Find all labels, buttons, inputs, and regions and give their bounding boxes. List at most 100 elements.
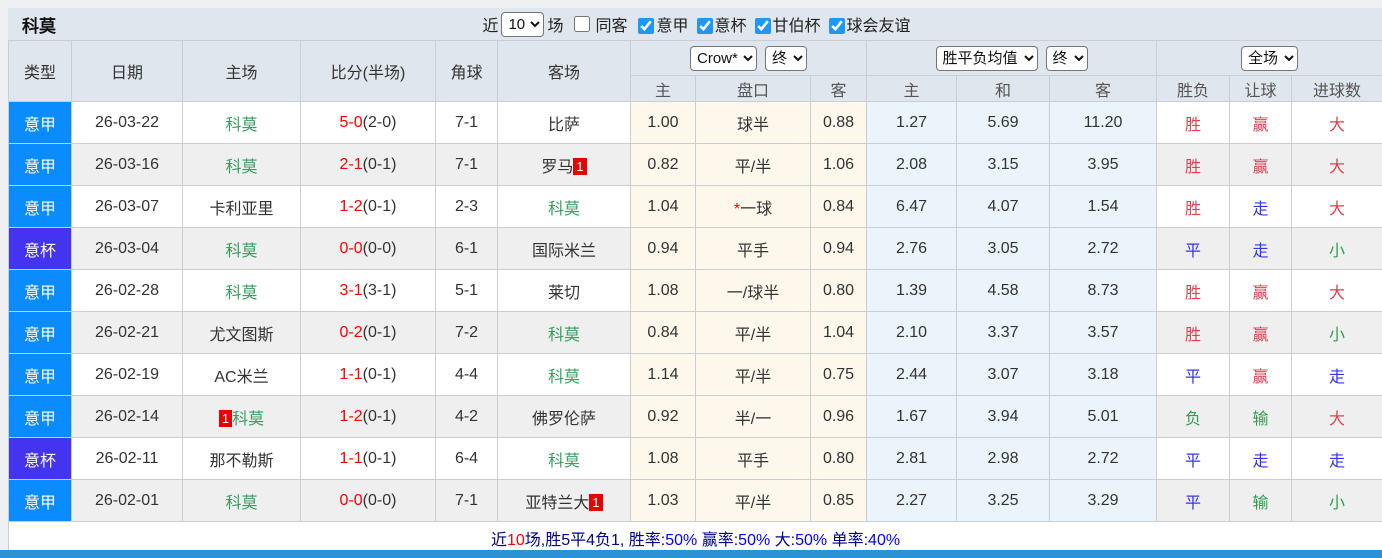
- team-name: 科莫: [547, 200, 580, 218]
- result-wdl: 平: [1156, 437, 1231, 480]
- home-team: 1 科莫: [182, 395, 301, 438]
- team-name: 卡利亚里: [209, 200, 274, 218]
- match-table-body: 意甲 26-03-22 科莫 5-0(2-0) 7-1 比萨 1.00 球半 0.88 1.27 5…: [8, 101, 1382, 522]
- home-team: 卡利亚里: [182, 185, 301, 228]
- col-corner: 角球: [435, 40, 498, 102]
- avg-draw: 3.07: [956, 353, 1051, 396]
- avg-type-select[interactable]: 胜平负均值: [935, 45, 1038, 71]
- rank-badge: 1: [573, 157, 587, 175]
- team-name: 亚特兰大: [525, 494, 590, 512]
- home-team: 尤文图斯: [182, 311, 301, 354]
- match-date: 26-02-28: [71, 269, 183, 312]
- result-handicap: 赢: [1229, 269, 1293, 312]
- match-date: 26-03-22: [71, 101, 183, 144]
- result-handicap: 走: [1229, 185, 1293, 228]
- result-goals: 小: [1291, 311, 1382, 354]
- odds-time-select[interactable]: 终: [765, 45, 807, 71]
- match-date: 26-02-21: [71, 311, 183, 354]
- same-away-checkbox[interactable]: [574, 16, 591, 32]
- period-select[interactable]: 全场: [1241, 45, 1299, 71]
- recent-count-select[interactable]: 10: [501, 11, 545, 37]
- match-date: 26-02-11: [71, 437, 183, 480]
- avg-draw: 2.98: [956, 437, 1051, 480]
- avg-time-select[interactable]: 终: [1045, 45, 1088, 71]
- filter-bar: 近 10 场 同客 意甲 意杯 甘伯杯 球会友谊: [479, 11, 911, 37]
- match-date: 26-02-01: [71, 479, 183, 522]
- score-cell: 2-1(0-1): [300, 143, 436, 186]
- avg-draw: 4.07: [956, 185, 1051, 228]
- result-wdl: 平: [1156, 227, 1231, 270]
- odds-home: 0.84: [630, 311, 696, 354]
- match-date: 26-03-04: [71, 227, 183, 270]
- summary-segment: 赢率:: [697, 532, 739, 549]
- result-handicap: 赢: [1229, 143, 1293, 186]
- col-odds-away: 客: [809, 75, 868, 102]
- team-name: 科莫: [225, 494, 258, 512]
- handicap: 平/半: [695, 479, 811, 522]
- games-label: 场: [547, 18, 564, 35]
- bookmaker-select[interactable]: Crow*: [690, 45, 757, 71]
- league-badge: 意甲: [8, 311, 72, 354]
- handicap: *一球: [695, 185, 811, 228]
- result-wdl: 平: [1156, 479, 1231, 522]
- odds-away: 0.96: [809, 395, 868, 438]
- league-checkbox[interactable]: [754, 18, 771, 34]
- avg-lose: 11.20: [1049, 101, 1158, 144]
- score-cell: 1-1(0-1): [300, 353, 436, 396]
- col-result-goals: 进球数: [1291, 75, 1382, 102]
- result-handicap: 赢: [1229, 311, 1293, 354]
- score-cell: 3-1(3-1): [300, 269, 436, 312]
- league-badge: 意甲: [8, 353, 72, 396]
- corner-score: 2-3: [435, 185, 498, 228]
- league-badge: 意甲: [8, 101, 72, 144]
- corner-score: 7-2: [435, 311, 498, 354]
- match-date: 26-03-07: [71, 185, 183, 228]
- team-name: 罗马: [541, 158, 574, 176]
- avg-lose: 2.72: [1049, 227, 1158, 270]
- bottom-accent-bar: [0, 550, 1382, 558]
- score-cell: 1-2(0-1): [300, 395, 436, 438]
- league-checkbox[interactable]: [828, 18, 845, 34]
- topbar: 科莫 近 10 场 同客 意甲 意杯 甘伯杯 球会友谊: [8, 8, 1382, 40]
- odds-home: 1.14: [630, 353, 696, 396]
- col-handicap: 盘口: [695, 75, 811, 102]
- league-checkbox[interactable]: [638, 18, 655, 34]
- result-handicap: 输: [1229, 479, 1293, 522]
- result-handicap: 赢: [1229, 101, 1293, 144]
- summary-segment: 近: [490, 532, 507, 549]
- league-checkbox[interactable]: [696, 18, 713, 34]
- avg-draw: 3.05: [956, 227, 1051, 270]
- avg-lose: 5.01: [1049, 395, 1158, 438]
- league-badge: 意甲: [8, 395, 72, 438]
- odds-home: 1.08: [630, 437, 696, 480]
- odds-home: 0.94: [630, 227, 696, 270]
- score-cell: 0-0(0-0): [300, 479, 436, 522]
- team-name: 科莫: [232, 410, 265, 428]
- avg-lose: 3.57: [1049, 311, 1158, 354]
- team-name: 科莫: [225, 284, 258, 302]
- corner-score: 7-1: [435, 479, 498, 522]
- corner-score: 4-4: [435, 353, 498, 396]
- avg-lose: 8.73: [1049, 269, 1158, 312]
- score-cell: 0-2(0-1): [300, 311, 436, 354]
- match-row: 意甲 26-03-16 科莫 2-1(0-1) 7-1 罗马 1 0.82 平/半 1.06 2.0…: [8, 143, 1382, 186]
- col-odds-home: 主: [630, 75, 696, 102]
- summary-segment: 大:: [770, 532, 796, 549]
- result-goals: 大: [1291, 143, 1382, 186]
- result-goals: 走: [1291, 353, 1382, 396]
- league-badge: 意甲: [8, 185, 72, 228]
- score-cell: 1-1(0-1): [300, 437, 436, 480]
- team-name: 科莫: [547, 452, 580, 470]
- avg-draw: 4.58: [956, 269, 1051, 312]
- avg-win: 2.08: [866, 143, 958, 186]
- result-wdl: 平: [1156, 353, 1231, 396]
- corner-score: 6-1: [435, 227, 498, 270]
- match-row: 意甲 26-02-19 AC米兰 1-1(0-1) 4-4 科莫 1.14 平/半 0.75 2.…: [8, 353, 1382, 396]
- handicap: 半/一: [695, 395, 811, 438]
- result-goals: 大: [1291, 395, 1382, 438]
- avg-group-header: 胜平负均值 终: [866, 40, 1158, 76]
- team-name: 科莫: [547, 368, 580, 386]
- odds-away: 0.80: [809, 437, 868, 480]
- away-team: 科莫: [497, 311, 631, 354]
- avg-win: 2.27: [866, 479, 958, 522]
